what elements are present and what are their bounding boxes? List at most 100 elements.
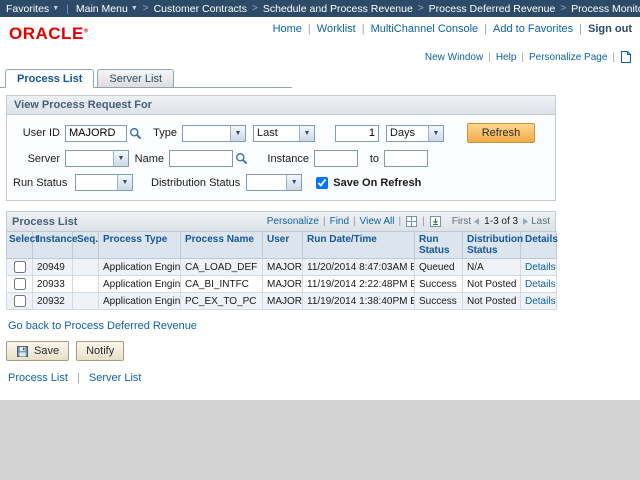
separator: | [77, 372, 80, 384]
save-button[interactable]: Save [6, 341, 69, 361]
filter-row-2: Server ▼ Name Instance to [13, 150, 551, 167]
details-link[interactable]: Details [525, 279, 556, 290]
last-count-input[interactable] [335, 125, 379, 142]
cell-run-status: Success [415, 293, 463, 310]
col-seq: Seq. [73, 232, 99, 259]
chevron-down-icon: ▼ [131, 5, 138, 12]
breadcrumb: Favorites ▼ | Main Menu ▼ > Customer Con… [0, 0, 640, 17]
col-run-datetime: Run Date/Time [303, 232, 415, 259]
add-to-favorites-link[interactable]: Add to Favorites [493, 23, 573, 35]
distribution-status-select[interactable]: ▼ [246, 174, 302, 191]
oracle-logo: ORACLE® [9, 24, 89, 44]
table-row: 20932 Application Engine PC_EX_TO_PC MAJ… [7, 293, 557, 310]
breadcrumb-schedule-and-process-revenue[interactable]: Schedule and Process Revenue [263, 3, 413, 15]
cell-seq [73, 259, 99, 276]
col-instance: Instance [33, 232, 73, 259]
multichannel-console-link[interactable]: MultiChannel Console [371, 23, 479, 35]
process-table: Select Instance Seq. Process Type Proces… [6, 231, 557, 310]
tab-server-list[interactable]: Server List [97, 69, 174, 87]
chevron-down-icon: ▼ [113, 151, 128, 166]
grid-header-bar: Process List Personalize | Find | View A… [6, 211, 556, 231]
chevron-down-icon: ▼ [117, 175, 132, 190]
col-select: Select [7, 232, 33, 259]
worklist-link[interactable]: Worklist [317, 23, 356, 35]
instance-from-input[interactable] [314, 150, 358, 167]
user-id-lookup-icon[interactable] [129, 127, 142, 140]
cell-user: MAJORD [263, 259, 303, 276]
cell-user: MAJORD [263, 276, 303, 293]
separator: | [579, 23, 582, 35]
process-list-link[interactable]: Process List [8, 372, 68, 384]
refresh-button[interactable]: Refresh [467, 123, 535, 143]
filter-row-3: Run Status ▼ Distribution Status ▼ Save … [13, 174, 551, 191]
separator: | [484, 23, 487, 35]
breadcrumb-process-deferred-revenue[interactable]: Process Deferred Revenue [429, 3, 556, 15]
peoplesoft-page: Favorites ▼ | Main Menu ▼ > Customer Con… [0, 0, 640, 400]
server-select-value [66, 151, 113, 166]
breadcrumb-customer-contracts[interactable]: Customer Contracts [154, 3, 247, 15]
cell-distribution-status: Not Posted [463, 293, 521, 310]
sign-out-link[interactable]: Sign out [588, 23, 632, 35]
main-menu[interactable]: Main Menu ▼ [76, 3, 138, 15]
go-back-link[interactable]: Go back to Process Deferred Revenue [8, 320, 197, 332]
cell-run-datetime: 11/19/2014 1:38:40PM EST [303, 293, 415, 310]
tab-process-list[interactable]: Process List [5, 69, 94, 88]
server-select[interactable]: ▼ [65, 150, 129, 167]
days-select[interactable]: Days ▼ [386, 125, 444, 142]
separator: | [362, 23, 365, 35]
table-row: 20933 Application Engine CA_BI_INTFC MAJ… [7, 276, 557, 293]
registered-mark-icon: ® [84, 28, 89, 34]
separator: | [612, 52, 615, 63]
run-status-select[interactable]: ▼ [75, 174, 133, 191]
name-lookup-icon[interactable] [235, 152, 248, 165]
header-links: Home | Worklist | MultiChannel Console |… [273, 23, 632, 35]
row-select-checkbox[interactable] [14, 295, 26, 307]
col-process-type: Process Type [99, 232, 181, 259]
cell-process-name: PC_EX_TO_PC [181, 293, 263, 310]
server-label: Server [13, 153, 65, 165]
run-status-select-value [76, 175, 117, 190]
component-tabs: Process List Server List [0, 67, 292, 88]
server-list-link[interactable]: Server List [89, 372, 142, 384]
save-on-refresh-checkbox[interactable] [316, 177, 328, 189]
user-id-input[interactable] [65, 125, 127, 142]
find-link[interactable]: Find [330, 216, 349, 227]
download-icon[interactable] [430, 216, 441, 227]
separator: | [353, 216, 356, 227]
table-header-row: Select Instance Seq. Process Type Proces… [7, 232, 557, 259]
cell-seq [73, 276, 99, 293]
help-link[interactable]: Help [496, 52, 517, 63]
table-row: 20949 Application Engine CA_LOAD_DEF MAJ… [7, 259, 557, 276]
distribution-status-select-value [247, 175, 286, 190]
favorites-menu[interactable]: Favorites ▼ [6, 3, 59, 15]
col-details: Details [521, 232, 557, 259]
details-link[interactable]: Details [525, 262, 556, 273]
save-label: Save [34, 345, 59, 357]
separator: | [521, 52, 524, 63]
col-distribution-status: Distribution Status [463, 232, 521, 259]
pager-first-label: First [452, 216, 471, 227]
personalize-link[interactable]: Personalize [267, 216, 319, 227]
details-link[interactable]: Details [525, 296, 556, 307]
last-select[interactable]: Last ▼ [253, 125, 315, 142]
name-input[interactable] [169, 150, 233, 167]
cell-process-name: CA_LOAD_DEF [181, 259, 263, 276]
type-select[interactable]: ▼ [182, 125, 246, 142]
row-select-checkbox[interactable] [14, 261, 26, 273]
pager-next-icon [522, 217, 530, 226]
notify-button[interactable]: Notify [76, 341, 124, 361]
view-all-link[interactable]: View All [360, 216, 395, 227]
cell-process-type: Application Engine [99, 276, 181, 293]
cell-run-datetime: 11/20/2014 8:47:03AM EST [303, 259, 415, 276]
type-select-value [183, 126, 230, 141]
pager-prev-icon [472, 217, 480, 226]
new-window-link[interactable]: New Window [425, 52, 483, 63]
grid-customize-icon[interactable] [406, 216, 417, 227]
instance-to-input[interactable] [384, 150, 428, 167]
row-select-checkbox[interactable] [14, 278, 26, 290]
page-icon[interactable] [621, 51, 631, 63]
personalize-page-link[interactable]: Personalize Page [529, 52, 607, 63]
breadcrumb-separator: > [143, 3, 149, 14]
breadcrumb-separator: > [418, 3, 424, 14]
home-link[interactable]: Home [273, 23, 302, 35]
